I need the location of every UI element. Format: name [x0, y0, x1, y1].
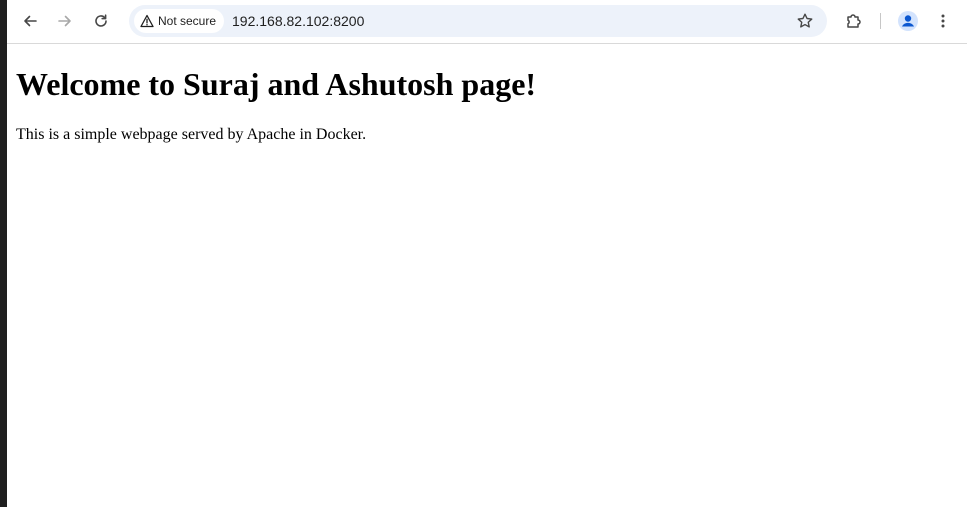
address-bar[interactable]: Not secure 192.168.82.102:8200	[129, 5, 827, 37]
page-paragraph: This is a simple webpage served by Apach…	[16, 126, 367, 143]
kebab-menu-icon	[941, 14, 945, 28]
arrow-right-icon	[58, 15, 71, 27]
extensions-button[interactable]	[840, 7, 868, 35]
browser-toolbar: Not secure 192.168.82.102:8200	[7, 0, 967, 44]
back-button[interactable]	[16, 7, 44, 35]
page-heading: Welcome to Suraj and Ashutosh page!	[16, 66, 537, 102]
person-icon	[898, 11, 918, 31]
page-content: Welcome to Suraj and Ashutosh page! This…	[7, 44, 967, 507]
reload-button[interactable]	[87, 7, 115, 35]
bookmark-button[interactable]	[791, 7, 819, 35]
arrow-left-icon	[24, 15, 37, 27]
profile-button[interactable]	[894, 7, 922, 35]
puzzle-icon	[847, 14, 861, 28]
forward-button[interactable]	[51, 7, 79, 35]
warning-triangle-icon	[140, 14, 154, 28]
star-icon	[797, 13, 813, 28]
url-text[interactable]: 192.168.82.102:8200	[232, 13, 364, 29]
site-security-chip[interactable]: Not secure	[134, 9, 225, 33]
reload-icon	[95, 14, 107, 27]
browser-menu-button[interactable]	[929, 7, 957, 35]
security-label: Not secure	[158, 14, 217, 28]
browser-window: Not secure 192.168.82.102:8200 Welcome t…	[0, 0, 967, 507]
toolbar-divider	[880, 13, 881, 29]
